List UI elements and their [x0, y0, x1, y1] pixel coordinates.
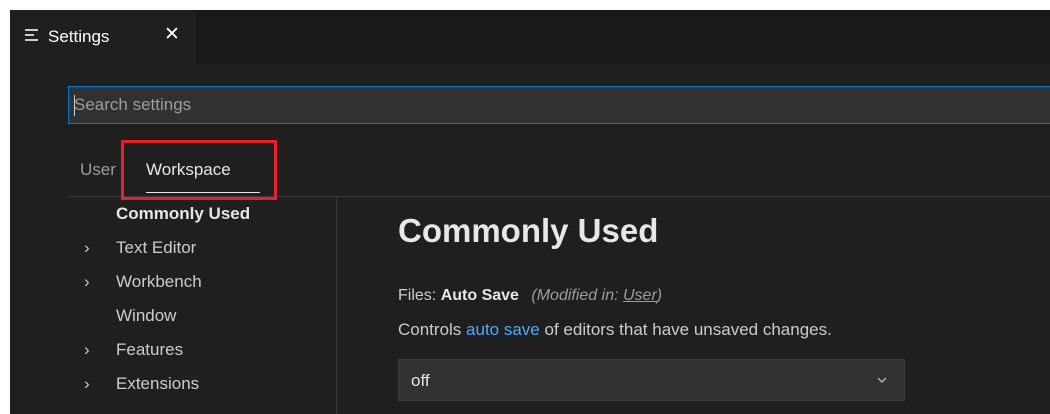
settings-list-icon: [25, 28, 38, 42]
toc-item-label: Features: [116, 340, 184, 359]
chevron-right-icon: ›: [84, 340, 90, 359]
setting-title: Files: Auto Save (Modified in: User): [398, 287, 662, 305]
tab-settings[interactable]: Settings ✕: [10, 10, 196, 64]
tab-label: Settings: [48, 27, 110, 46]
tab-user[interactable]: User: [80, 160, 116, 180]
chevron-right-icon: ›: [84, 374, 90, 393]
settings-content: Commonly Used Files: Auto Save (Modified…: [398, 196, 1048, 414]
toc-item-label: Text Editor: [116, 238, 197, 257]
chevron-down-icon: [877, 377, 887, 383]
toc-item-label: Window: [116, 306, 177, 325]
text-caret: [74, 95, 75, 116]
toc-item-label: Extensions: [116, 374, 200, 393]
modified-indicator: (Modified in: User): [531, 287, 662, 304]
search-box[interactable]: [68, 86, 1050, 124]
modified-suffix: ): [656, 287, 663, 304]
chevron-right-icon: ›: [84, 272, 90, 291]
settings-editor: Settings ✕ User Workspace Commonly Used …: [10, 10, 1050, 414]
setting-description: Controls auto save of editors that have …: [398, 320, 832, 340]
desc-after: of editors that have unsaved changes.: [544, 320, 832, 339]
modified-in-user-link[interactable]: User: [623, 287, 657, 304]
auto-save-dropdown[interactable]: off: [398, 359, 905, 401]
settings-toc: Commonly Used › Text Editor › Workbench …: [68, 196, 340, 414]
close-icon[interactable]: ✕: [164, 25, 180, 45]
chevron-right-icon: ›: [84, 238, 90, 257]
auto-save-link[interactable]: auto save: [466, 320, 540, 339]
editor-tab-bar: Settings ✕: [10, 10, 1050, 64]
modified-prefix: (Modified in:: [531, 287, 619, 304]
section-heading: Commonly Used: [398, 212, 659, 249]
toc-divider: [336, 196, 337, 414]
toc-item-label: Workbench: [116, 272, 202, 291]
toc-item-label: Commonly Used: [116, 204, 251, 223]
dropdown-value: off: [411, 371, 430, 390]
setting-category: Files:: [398, 287, 437, 304]
desc-before: Controls: [398, 320, 462, 339]
search-input[interactable]: [69, 87, 1050, 123]
annotation-highlight-box: [121, 140, 277, 200]
setting-name: Auto Save: [440, 287, 519, 304]
